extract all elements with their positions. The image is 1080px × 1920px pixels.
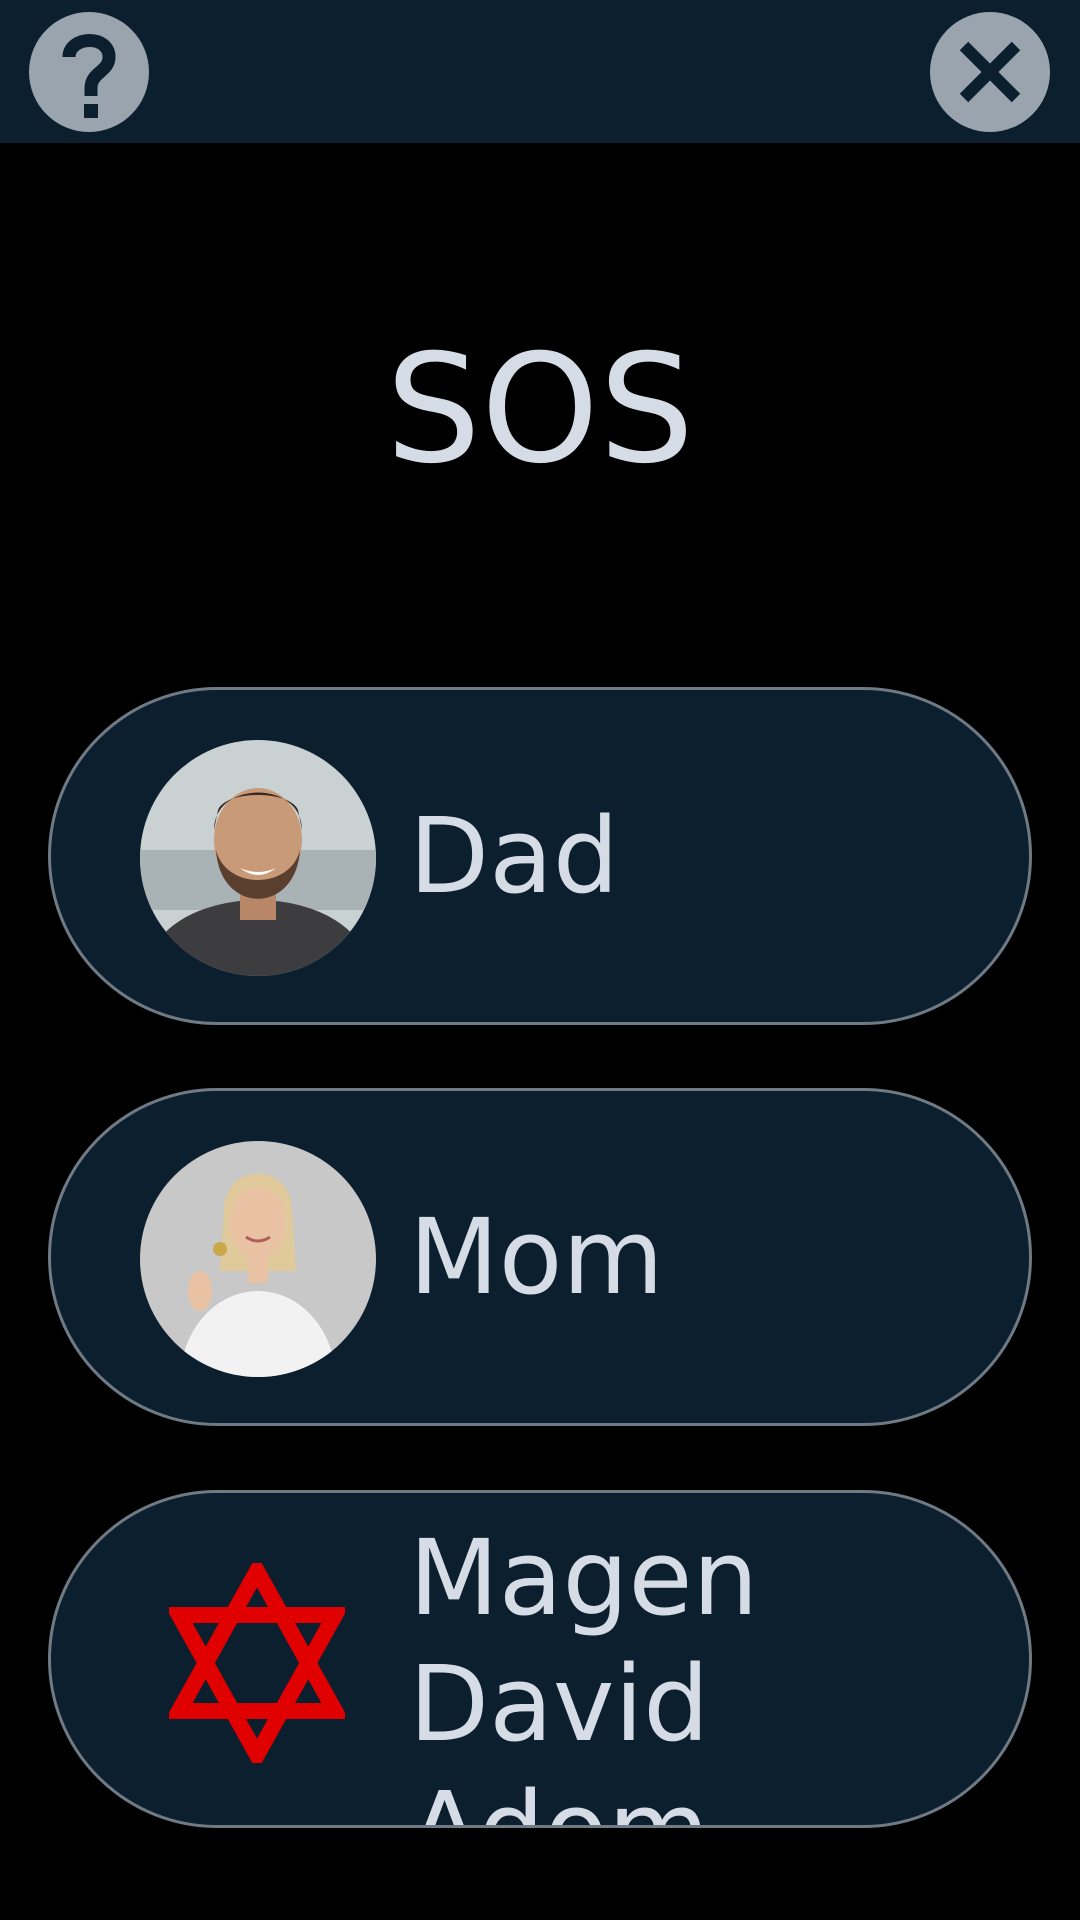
page-title: SOS (385, 323, 695, 497)
close-x-icon (959, 41, 1021, 103)
avatar (140, 740, 376, 976)
blonde-woman-photo (140, 1141, 376, 1377)
contact-name-mom: Mom (409, 1196, 664, 1318)
contact-name-dad: Dad (409, 795, 619, 917)
contact-button-dad[interactable]: Dad (48, 687, 1032, 1025)
avatar (140, 1141, 376, 1377)
star-of-david-icon (169, 1563, 345, 1763)
contact-button-mom[interactable]: Mom (48, 1088, 1032, 1426)
contact-name-magen-david-adom: Magen David Adom (409, 1517, 759, 1825)
help-button[interactable] (29, 12, 149, 132)
man-with-beard-photo (140, 740, 376, 976)
top-bar (0, 0, 1080, 143)
contact-button-magen-david-adom[interactable]: Magen David Adom (48, 1490, 1032, 1828)
close-button[interactable] (930, 12, 1050, 132)
question-mark-icon (62, 34, 116, 118)
